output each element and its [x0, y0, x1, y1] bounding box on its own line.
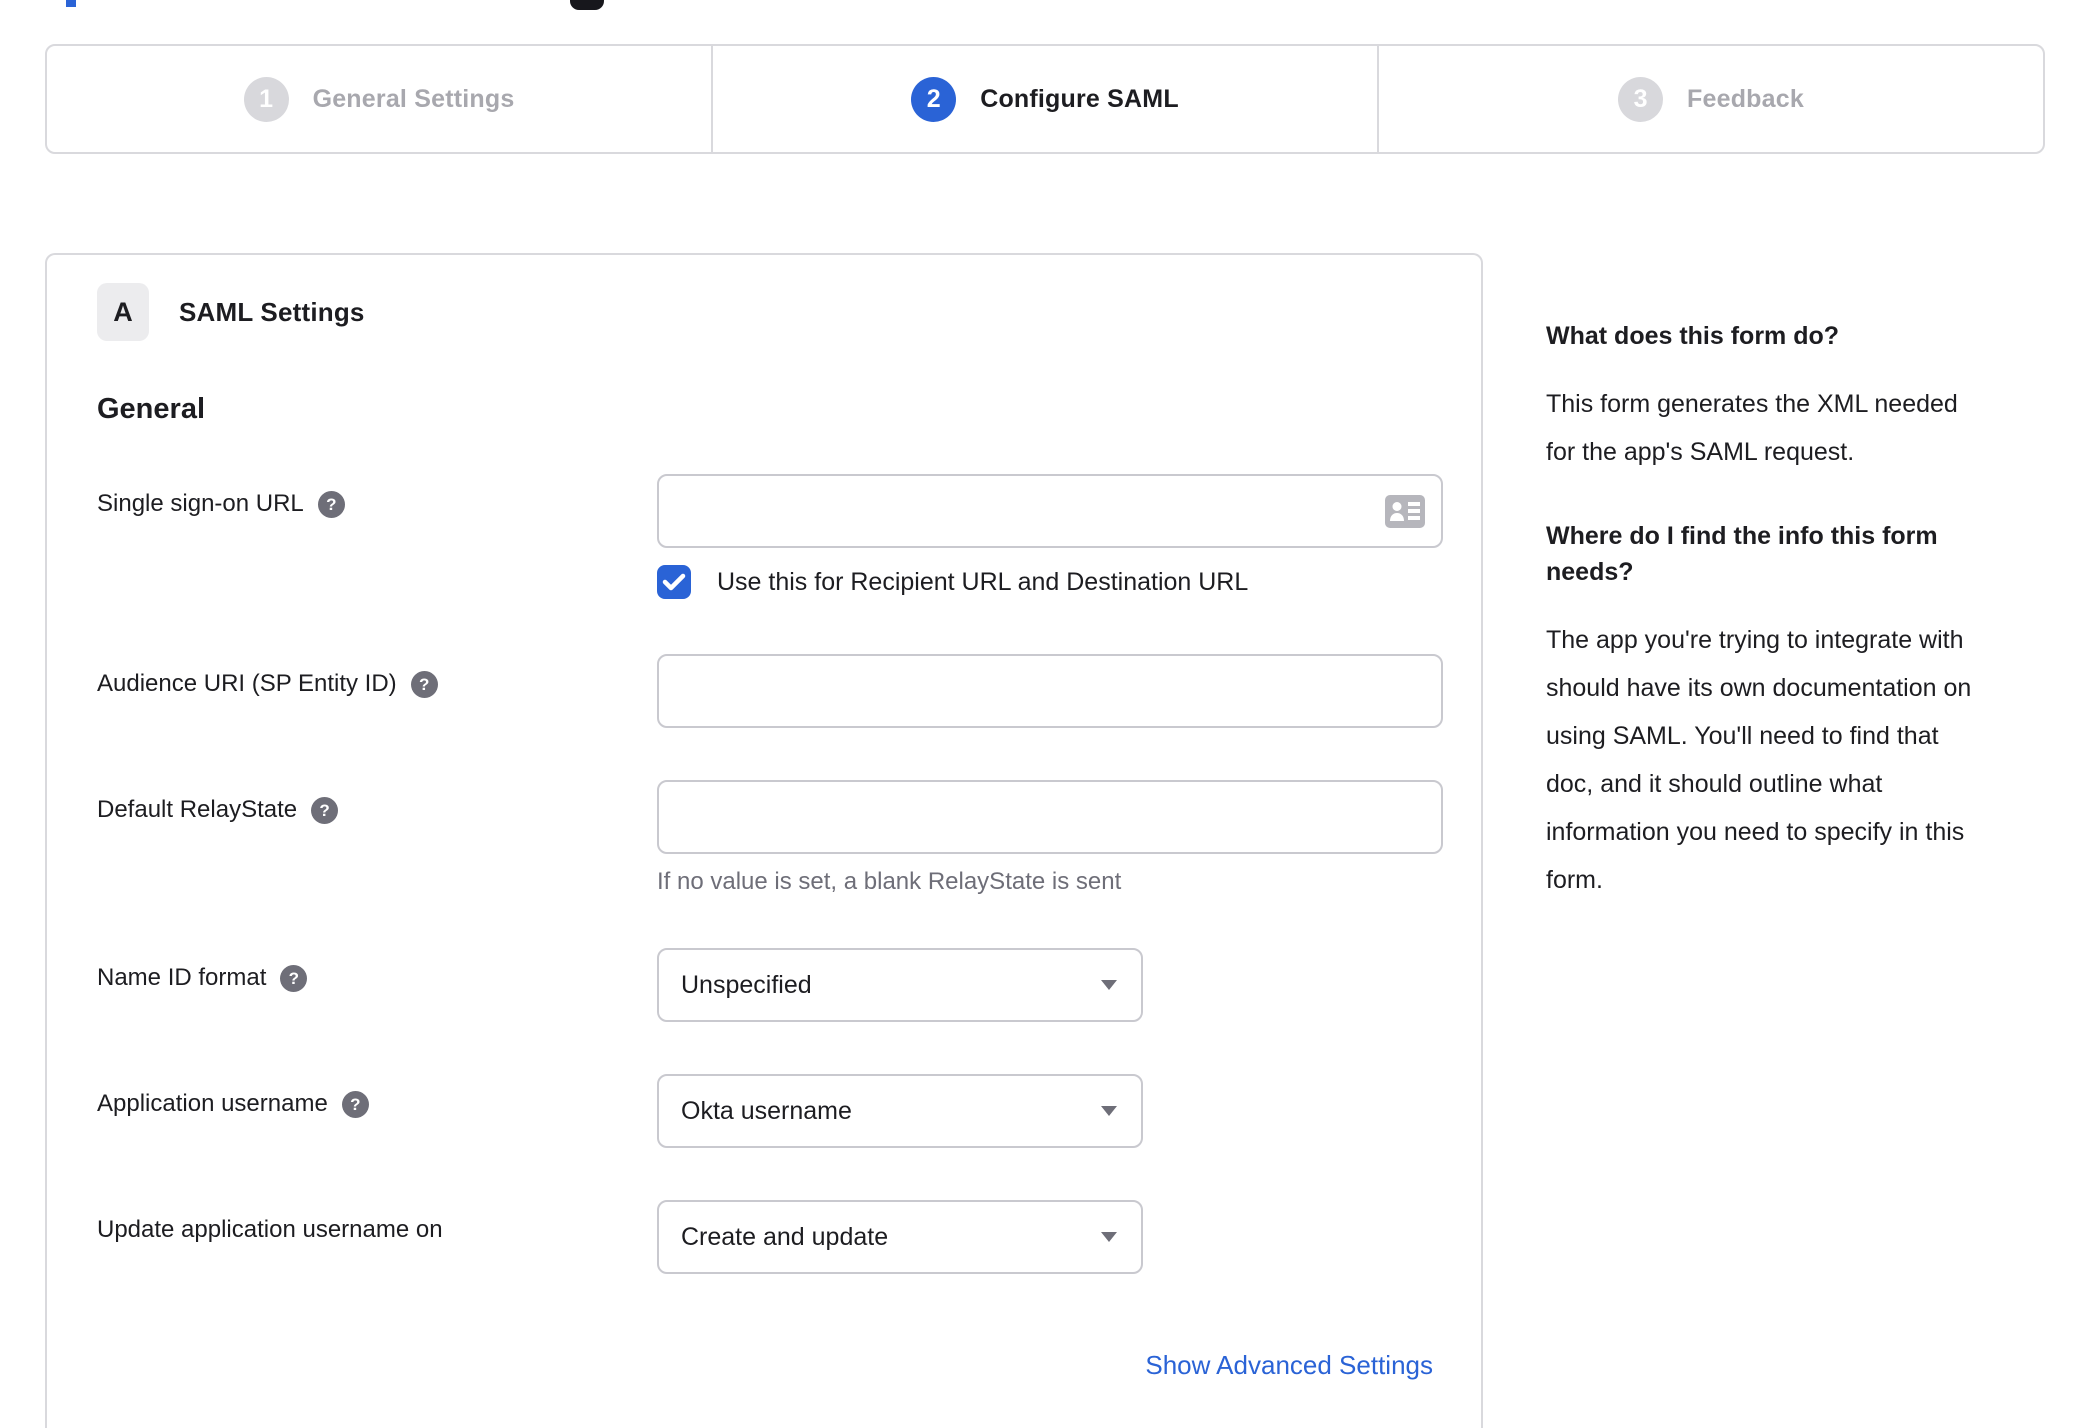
chevron-down-icon	[1101, 1106, 1117, 1116]
step-2-badge: 2	[911, 76, 957, 122]
application-username-value: Okta username	[681, 1096, 852, 1125]
checkmark-icon	[662, 573, 686, 591]
sso-url-input-wrap	[657, 474, 1443, 548]
default-relaystate-field-col: If no value is set, a blank RelayState i…	[657, 780, 1443, 896]
advanced-settings-row: Show Advanced Settings	[97, 1350, 1433, 1381]
application-username-select[interactable]: Okta username	[657, 1074, 1143, 1148]
clipped-blue-element	[66, 0, 76, 7]
name-id-format-label-wrap: Name ID format ?	[97, 948, 657, 1022]
update-app-username-select[interactable]: Create and update	[657, 1200, 1143, 1274]
default-relaystate-help-icon[interactable]: ?	[311, 797, 339, 824]
application-username-label: Application username	[97, 1090, 328, 1117]
step-1-badge: 1	[243, 76, 289, 122]
audience-uri-input-wrap	[657, 654, 1443, 728]
update-app-username-row: Update application username on Create an…	[97, 1200, 1433, 1274]
configure-saml-page: { "stepper": { "steps": [ { "number": "1…	[0, 0, 2092, 1428]
sso-url-input[interactable]	[657, 474, 1443, 548]
sso-url-row: Single sign-on URL ? Use this for Recipi…	[97, 474, 1443, 602]
help-heading-where: Where do I find the info this form needs…	[1546, 522, 1938, 586]
help-paragraph-what: This form generates the XML needed for t…	[1546, 390, 1958, 466]
update-app-username-label: Update application username on	[97, 1216, 443, 1243]
audience-uri-input[interactable]	[657, 654, 1443, 728]
step-1-label: General Settings	[312, 84, 515, 113]
step-feedback[interactable]: 3 Feedback	[1377, 46, 2043, 152]
chevron-down-icon	[1101, 1232, 1117, 1242]
name-id-format-value: Unspecified	[681, 970, 812, 999]
audience-uri-help-icon[interactable]: ?	[410, 671, 438, 698]
help-sidebar: What does this form do? This form genera…	[1546, 318, 2046, 946]
saml-settings-panel: A SAML Settings General Single sign-on U…	[45, 253, 1483, 1428]
default-relaystate-label: Default RelayState	[97, 796, 298, 823]
sso-url-label: Single sign-on URL	[97, 490, 304, 517]
name-id-format-select[interactable]: Unspecified	[657, 948, 1143, 1022]
sso-url-field-col: Use this for Recipient URL and Destinati…	[657, 474, 1443, 602]
default-relaystate-row: Default RelayState ? If no value is set,…	[97, 780, 1443, 896]
general-section-title: General	[97, 393, 205, 425]
panel-header: A SAML Settings	[97, 283, 1433, 341]
update-app-username-label-wrap: Update application username on	[97, 1200, 657, 1274]
step-general-settings[interactable]: 1 General Settings	[47, 46, 711, 152]
step-3-badge: 3	[1618, 76, 1664, 122]
application-username-row: Application username ? Okta username	[97, 1074, 1433, 1148]
step-3-label: Feedback	[1687, 84, 1804, 113]
default-relaystate-input[interactable]	[657, 780, 1443, 854]
wizard-stepper: 1 General Settings 2 Configure SAML 3 Fe…	[45, 44, 2045, 154]
audience-uri-field-col	[657, 654, 1443, 728]
audience-uri-row: Audience URI (SP Entity ID) ?	[97, 654, 1443, 728]
recipient-url-checkbox[interactable]	[657, 565, 691, 599]
clipped-dark-logo-element	[570, 0, 604, 10]
sso-url-label-wrap: Single sign-on URL ?	[97, 474, 657, 602]
help-heading-what: What does this form do?	[1546, 322, 1840, 350]
name-id-format-field-col: Unspecified	[657, 948, 1433, 1022]
show-advanced-settings-link[interactable]: Show Advanced Settings	[1145, 1350, 1433, 1381]
default-relaystate-input-wrap	[657, 780, 1443, 854]
update-app-username-value: Create and update	[681, 1222, 889, 1251]
name-id-format-row: Name ID format ? Unspecified	[97, 948, 1433, 1022]
audience-uri-label-wrap: Audience URI (SP Entity ID) ?	[97, 654, 657, 728]
default-relaystate-helper: If no value is set, a blank RelayState i…	[657, 868, 1122, 895]
application-username-label-wrap: Application username ?	[97, 1074, 657, 1148]
section-a-badge: A	[97, 283, 149, 341]
contact-card-icon[interactable]	[1385, 495, 1425, 528]
application-username-help-icon[interactable]: ?	[341, 1091, 369, 1118]
panel-title: SAML Settings	[179, 296, 365, 327]
application-username-field-col: Okta username	[657, 1074, 1433, 1148]
chevron-down-icon	[1101, 980, 1117, 990]
help-paragraph-where: The app you're trying to integrate with …	[1546, 626, 1972, 894]
update-app-username-field-col: Create and update	[657, 1200, 1433, 1274]
audience-uri-label: Audience URI (SP Entity ID)	[97, 670, 397, 697]
step-configure-saml[interactable]: 2 Configure SAML	[711, 46, 1377, 152]
recipient-url-checkbox-row: Use this for Recipient URL and Destinati…	[657, 562, 1443, 602]
recipient-url-checkbox-label: Use this for Recipient URL and Destinati…	[717, 567, 1249, 596]
sso-url-help-icon[interactable]: ?	[317, 491, 345, 518]
step-2-label: Configure SAML	[980, 84, 1179, 113]
default-relaystate-label-wrap: Default RelayState ?	[97, 780, 657, 896]
name-id-format-label: Name ID format	[97, 964, 267, 991]
name-id-format-help-icon[interactable]: ?	[280, 965, 308, 992]
